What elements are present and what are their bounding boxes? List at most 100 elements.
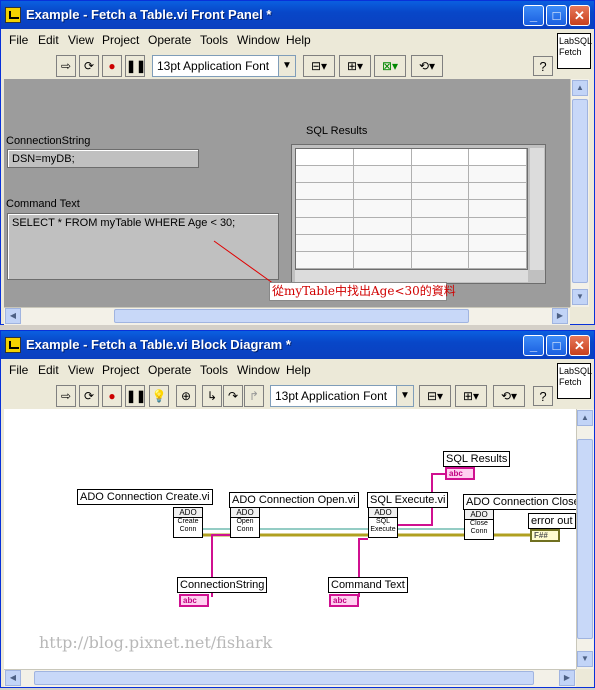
- pause-icon[interactable]: ❚❚: [125, 55, 146, 77]
- open-connection-vi-icon[interactable]: ADO Open Conn: [230, 507, 260, 538]
- sql-results-grid: [295, 148, 528, 270]
- menu-project[interactable]: Project: [102, 33, 139, 47]
- front-panel-vertical-scrollbar[interactable]: ▲ ▼: [570, 79, 589, 307]
- highlight-execution-icon[interactable]: 💡: [149, 385, 169, 407]
- table-horizontal-scrollbar[interactable]: [295, 270, 528, 282]
- block-diagram-titlebar[interactable]: Example - Fetch a Table.vi Block Diagram…: [1, 331, 594, 359]
- font-selector[interactable]: 13pt Application Font ▼: [152, 55, 296, 77]
- reorder-icon[interactable]: ⟲▾: [493, 385, 525, 407]
- menu-help[interactable]: Help: [286, 363, 311, 377]
- menu-edit[interactable]: Edit: [38, 363, 59, 377]
- sql-execute-vi-icon[interactable]: ADO SQL Execute: [368, 507, 398, 538]
- block-diagram-vertical-scrollbar[interactable]: ▲ ▼: [576, 409, 594, 669]
- resize-objects-icon[interactable]: ⊠▾: [374, 55, 406, 77]
- close-vi-header: ADO: [465, 510, 493, 520]
- run-continuously-icon[interactable]: ⟳: [79, 55, 99, 77]
- minimize-button[interactable]: _: [523, 5, 544, 26]
- scroll-down-icon[interactable]: ▼: [572, 289, 588, 305]
- scroll-down-icon[interactable]: ▼: [577, 651, 593, 667]
- labview-icon: [5, 337, 21, 353]
- execute-vi-line2: Execute: [370, 526, 396, 533]
- front-panel-toolbar: ⇨ ⟳ ● ❚❚ 13pt Application Font ▼ ⊟▾ ⊞▾ ⊠▾…: [1, 51, 554, 79]
- font-selector[interactable]: 13pt Application Font ▼: [270, 385, 414, 407]
- abort-icon[interactable]: ●: [102, 385, 122, 407]
- retain-wire-values-icon[interactable]: ⊕: [176, 385, 196, 407]
- menu-project[interactable]: Project: [102, 363, 139, 377]
- create-connection-vi-icon[interactable]: ADO Create Conn: [173, 507, 203, 538]
- command-text-terminal[interactable]: abc: [329, 594, 359, 607]
- block-diagram-toolbar: ⇨ ⟳ ● ❚❚ 💡 ⊕ ↳ ↷ ↱ 13pt Application Font…: [1, 381, 554, 409]
- context-help-icon: LabSQL Fetch: [557, 33, 592, 69]
- menu-file[interactable]: File: [9, 363, 28, 377]
- distribute-objects-icon[interactable]: ⊞▾: [339, 55, 371, 77]
- connection-string-terminal[interactable]: abc: [179, 594, 209, 607]
- scroll-thumb[interactable]: [577, 439, 593, 639]
- run-arrow-icon[interactable]: ⇨: [56, 385, 76, 407]
- scroll-left-icon[interactable]: ◀: [5, 308, 21, 324]
- front-panel-titlebar[interactable]: Example - Fetch a Table.vi Front Panel *…: [1, 1, 594, 29]
- reorder-icon[interactable]: ⟲▾: [411, 55, 443, 77]
- menu-tools[interactable]: Tools: [200, 363, 228, 377]
- minimize-button[interactable]: _: [523, 335, 544, 356]
- help-icon[interactable]: ?: [533, 56, 553, 76]
- menu-tools[interactable]: Tools: [200, 33, 228, 47]
- scroll-left-icon[interactable]: ◀: [5, 670, 21, 686]
- scroll-up-icon[interactable]: ▲: [572, 80, 588, 96]
- front-panel-window: Example - Fetch a Table.vi Front Panel *…: [0, 0, 595, 325]
- distribute-objects-icon[interactable]: ⊞▾: [455, 385, 487, 407]
- menu-help[interactable]: Help: [286, 33, 311, 47]
- block-diagram-window: Example - Fetch a Table.vi Block Diagram…: [0, 330, 595, 688]
- sql-execute-label: SQL Execute.vi: [367, 492, 449, 508]
- abort-icon[interactable]: ●: [102, 55, 122, 77]
- watermark-text: http://blog.pixnet.net/fishark: [39, 633, 273, 652]
- open-vi-line1: Open: [236, 518, 254, 525]
- scroll-up-icon[interactable]: ▲: [577, 410, 593, 426]
- font-selector-value: 13pt Application Font: [275, 389, 388, 403]
- context-help-icon: LabSQL Fetch: [557, 363, 592, 399]
- menu-operate[interactable]: Operate: [148, 33, 191, 47]
- sql-results-table[interactable]: [291, 144, 546, 284]
- scroll-thumb[interactable]: [572, 99, 588, 283]
- run-continuously-icon[interactable]: ⟳: [79, 385, 99, 407]
- align-objects-icon[interactable]: ⊟▾: [303, 55, 335, 77]
- pause-icon[interactable]: ❚❚: [125, 385, 146, 407]
- scroll-right-icon[interactable]: ▶: [552, 308, 568, 324]
- execute-vi-line1: SQL: [375, 518, 390, 525]
- menu-view[interactable]: View: [68, 33, 94, 47]
- scroll-thumb[interactable]: [34, 671, 534, 685]
- run-arrow-icon[interactable]: ⇨: [56, 55, 76, 77]
- menu-edit[interactable]: Edit: [38, 33, 59, 47]
- command-text-terminal-label: Command Text: [328, 577, 408, 593]
- help-icon[interactable]: ?: [533, 386, 553, 406]
- scroll-right-icon[interactable]: ▶: [559, 670, 575, 686]
- front-panel-horizontal-scrollbar[interactable]: ◀ ▶: [4, 307, 570, 325]
- close-button[interactable]: ✕: [569, 335, 590, 356]
- close-connection-label: ADO Connection Close.: [463, 494, 586, 510]
- close-button[interactable]: ✕: [569, 5, 590, 26]
- sql-results-indicator-label: SQL Results: [443, 451, 511, 467]
- table-vertical-scrollbar[interactable]: [530, 148, 544, 270]
- maximize-button[interactable]: □: [546, 5, 567, 26]
- menu-view[interactable]: View: [68, 363, 94, 377]
- close-connection-vi-icon[interactable]: ADO Close Conn: [464, 509, 494, 540]
- menu-window[interactable]: Window: [237, 363, 280, 377]
- step-out-icon[interactable]: ↱: [244, 385, 264, 407]
- align-objects-icon[interactable]: ⊟▾: [419, 385, 451, 407]
- menu-file[interactable]: File: [9, 33, 28, 47]
- scroll-thumb[interactable]: [114, 309, 469, 323]
- sql-results-terminal[interactable]: abc: [445, 467, 475, 480]
- step-into-icon[interactable]: ↳: [202, 385, 222, 407]
- create-vi-header: ADO: [174, 508, 202, 518]
- annotation-note: 從myTable中找出Age<30的資料: [269, 282, 456, 301]
- block-diagram-horizontal-scrollbar[interactable]: ◀ ▶: [4, 669, 576, 687]
- open-connection-label: ADO Connection Open.vi: [229, 492, 359, 508]
- execute-vi-header: ADO: [369, 508, 397, 518]
- maximize-button[interactable]: □: [546, 335, 567, 356]
- error-out-terminal[interactable]: F##: [530, 529, 560, 542]
- menu-window[interactable]: Window: [237, 33, 280, 47]
- close-vi-line1: Close: [470, 520, 488, 527]
- block-diagram-menubar: File Edit View Project Operate Tools Win…: [1, 359, 554, 381]
- create-vi-line1: Create: [177, 518, 199, 525]
- menu-operate[interactable]: Operate: [148, 363, 191, 377]
- step-over-icon[interactable]: ↷: [223, 385, 243, 407]
